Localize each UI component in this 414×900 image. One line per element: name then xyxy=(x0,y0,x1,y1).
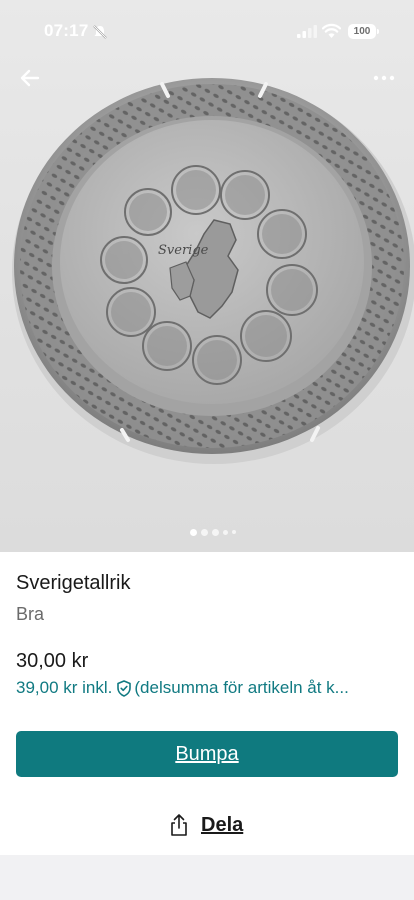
status-time: 07:17 xyxy=(44,21,89,40)
gallery-dot xyxy=(223,529,228,535)
price-incl-protection-link[interactable]: 39,00 kr inkl. (delsumma för artikeln åt… xyxy=(16,678,396,698)
item-title: Sverigetallrik xyxy=(16,572,131,594)
gallery-dot xyxy=(232,530,236,534)
cellular-signal-icon xyxy=(297,25,317,38)
bottom-section xyxy=(0,855,414,900)
status-bar: 07:17 100 xyxy=(0,0,414,54)
more-horizontal-icon[interactable] xyxy=(372,68,396,88)
price-incl-note: (delsumma för artikeln åt k... xyxy=(134,678,349,697)
battery-indicator: 100 xyxy=(348,24,379,39)
gallery-dot-active xyxy=(190,528,197,536)
bump-button[interactable]: Bumpa xyxy=(16,731,398,777)
gallery-dot xyxy=(212,528,219,536)
shield-check-icon xyxy=(117,679,132,697)
arrow-left-icon[interactable] xyxy=(16,64,44,92)
plate-inscription: Sverige xyxy=(158,243,209,258)
price-incl-amount: 39,00 kr inkl. xyxy=(16,678,113,697)
bell-slash-icon xyxy=(93,25,107,39)
share-icon xyxy=(171,814,187,836)
item-condition: Bra xyxy=(16,604,45,624)
share-label: Dela xyxy=(201,813,244,836)
gallery-dot xyxy=(201,528,208,536)
plate-image: Sverige xyxy=(12,78,414,464)
gallery-pagination[interactable] xyxy=(190,528,236,536)
share-button[interactable]: Dela xyxy=(169,811,243,839)
wifi-icon xyxy=(322,23,341,38)
item-price: 30,00 kr xyxy=(16,650,89,672)
item-photo[interactable]: Sverige xyxy=(0,0,414,552)
